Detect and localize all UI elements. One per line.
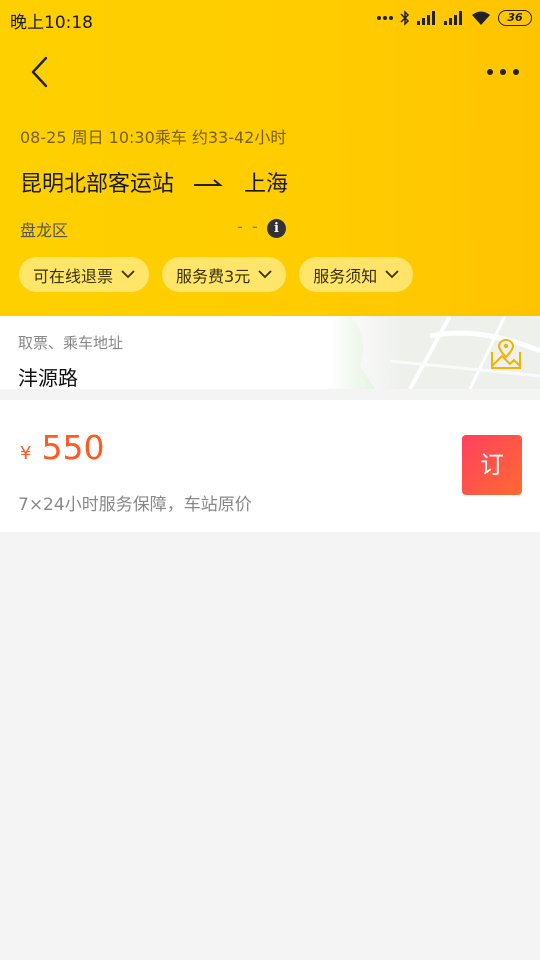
back-arrow-icon [31, 56, 48, 88]
trip-meta: 08-25 周日 10:30乘车 约33-42小时 [20, 128, 287, 147]
info-icon[interactable]: i [267, 219, 286, 238]
district-row: 盘龙区 - - i [20, 217, 290, 241]
battery-indicator: 36 [498, 10, 532, 26]
chip-label: 可在线退票 [33, 266, 114, 286]
ticket-offer: ¥ 550 7×24小时服务保障，车站原价 订 [0, 400, 540, 532]
pickup-address[interactable]: 取票、乘车地址 沣源路 [0, 316, 540, 389]
dots-icon [377, 16, 393, 20]
chevron-down-icon [385, 270, 399, 279]
price-amount: 550 [41, 428, 105, 467]
bluetooth-icon [400, 10, 410, 26]
service-guarantee: 7×24小时服务保障，车站原价 [18, 495, 252, 515]
chip-label: 服务费3元 [176, 266, 251, 286]
from-district: 盘龙区 [20, 221, 69, 240]
to-district: - - [237, 217, 260, 236]
back-button[interactable] [26, 54, 56, 90]
from-station: 昆明北部客运站 [20, 172, 175, 197]
price-currency: ¥ [20, 443, 32, 464]
chip-label: 服务须知 [313, 266, 378, 286]
chip-service-notice[interactable]: 服务须知 [299, 257, 414, 292]
status-time: 晚上10:18 [10, 13, 93, 33]
trip-header: 晚上10:18 36 08-25 周日 10:30乘车 约33-42小时 昆明北… [0, 0, 540, 316]
price: ¥ 550 [20, 428, 104, 467]
more-button[interactable] [486, 62, 520, 82]
signal-icon-2 [444, 11, 462, 25]
route: 昆明北部客运站 上海 [20, 166, 288, 198]
to-city: 上海 [244, 172, 289, 197]
book-button[interactable]: 订 [462, 435, 522, 495]
chevron-down-icon [121, 270, 135, 279]
address-value: 沣源路 [18, 366, 78, 389]
more-icon [487, 69, 519, 75]
status-bar: 晚上10:18 36 [0, 0, 540, 36]
route-arrow-icon [194, 179, 223, 186]
map-pin-icon[interactable] [490, 338, 522, 370]
service-chips: 可在线退票 服务费3元 服务须知 [19, 257, 414, 292]
chevron-down-icon [258, 270, 272, 279]
signal-icon [417, 11, 435, 25]
chip-refund[interactable]: 可在线退票 [19, 257, 150, 292]
status-icons: 36 [377, 8, 532, 28]
wifi-icon [472, 11, 490, 25]
chip-service-fee[interactable]: 服务费3元 [162, 257, 287, 292]
address-label: 取票、乘车地址 [18, 334, 124, 352]
